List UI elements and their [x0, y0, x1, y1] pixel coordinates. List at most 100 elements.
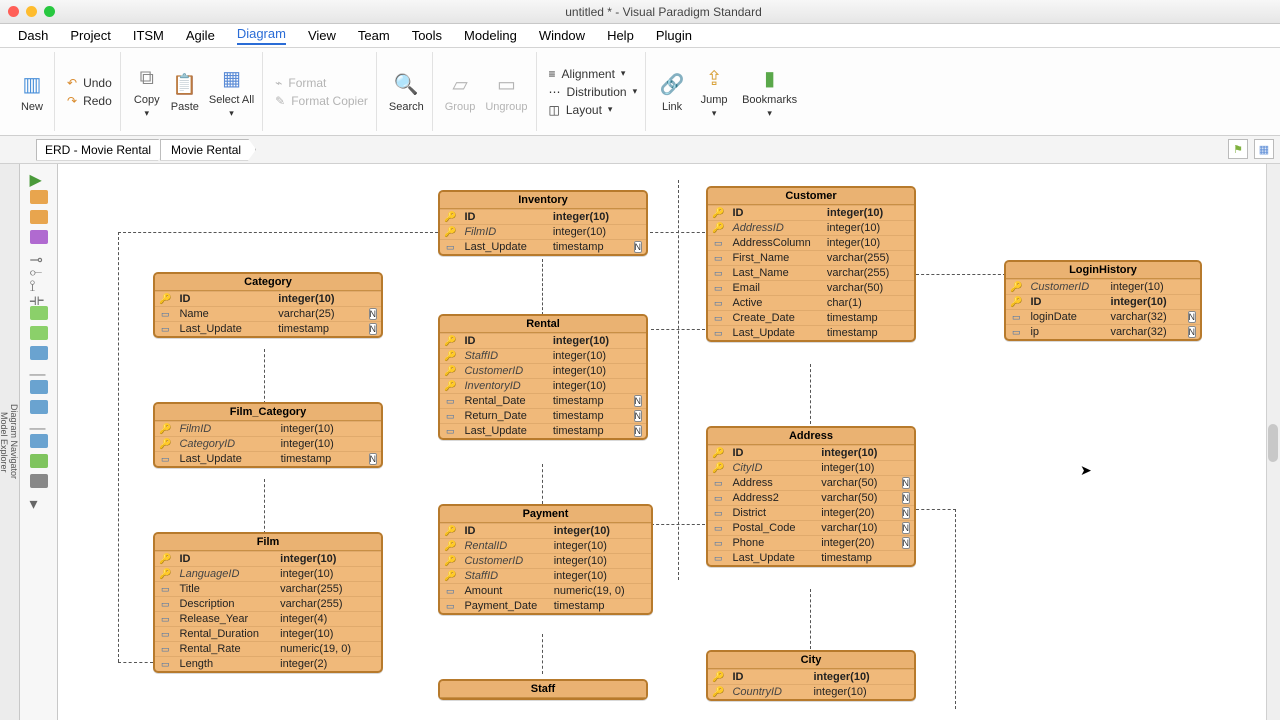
entity-film[interactable]: Film🔑IDinteger(10)🔑LanguageIDinteger(10)… [153, 532, 383, 673]
column-row[interactable]: 🔑IDinteger(10) [708, 206, 914, 221]
tool-palette[interactable]: ▶ ⊸ ⟜ ⟟ ⟛ — — ▾ [20, 164, 58, 720]
erd-canvas[interactable]: Category🔑IDinteger(10)▭Namevarchar(25)N▭… [58, 164, 1280, 720]
menu-plugin[interactable]: Plugin [656, 28, 692, 43]
palette-rel4-icon[interactable]: ⟛ [30, 292, 48, 300]
column-row[interactable]: ▭Phoneinteger(20)N [708, 536, 914, 551]
column-row[interactable]: ▭Create_Datetimestamp [708, 311, 914, 326]
entity-city[interactable]: City🔑IDinteger(10)🔑CountryIDinteger(10) [706, 650, 916, 701]
entity-rental[interactable]: Rental🔑IDinteger(10)🔑StaffIDinteger(10)🔑… [438, 314, 648, 440]
column-row[interactable]: 🔑CustomerIDinteger(10) [440, 364, 646, 379]
column-row[interactable]: ▭First_Namevarchar(255) [708, 251, 914, 266]
new-button[interactable]: ▥ New [18, 71, 46, 113]
copy-button[interactable]: ⧉Copy▾ [133, 64, 161, 119]
close-icon[interactable] [8, 6, 19, 17]
column-row[interactable]: ▭Titlevarchar(255) [155, 582, 381, 597]
column-row[interactable]: ▭Return_DatetimestampN [440, 409, 646, 424]
crumb-current[interactable]: Movie Rental [160, 139, 256, 161]
column-row[interactable]: ▭Last_UpdatetimestampN [155, 322, 381, 337]
distribution-button[interactable]: ⋯Distribution▾ [549, 85, 638, 99]
menu-window[interactable]: Window [539, 28, 585, 43]
window-controls[interactable] [8, 6, 55, 17]
search-button[interactable]: 🔍Search [389, 71, 424, 113]
column-row[interactable]: 🔑FilmIDinteger(10) [155, 422, 381, 437]
column-row[interactable]: ▭AddressColumninteger(10) [708, 236, 914, 251]
column-row[interactable]: ▭Last_Updatetimestamp [708, 551, 914, 566]
jump-button[interactable]: ⇪Jump▾ [700, 64, 728, 119]
column-row[interactable]: 🔑IDinteger(10) [708, 446, 914, 461]
palette-entity2-icon[interactable] [30, 210, 48, 224]
menu-modeling[interactable]: Modeling [464, 28, 517, 43]
column-row[interactable]: 🔑CategoryIDinteger(10) [155, 437, 381, 452]
column-row[interactable]: 🔑AddressIDinteger(10) [708, 221, 914, 236]
entity-category[interactable]: Category🔑IDinteger(10)▭Namevarchar(25)N▭… [153, 272, 383, 338]
column-row[interactable]: 🔑StaffIDinteger(10) [440, 349, 646, 364]
layout-button[interactable]: ◫Layout▾ [549, 103, 638, 117]
redo-button[interactable]: ↷Redo [67, 94, 112, 108]
palette-green2-icon[interactable] [30, 326, 48, 340]
palette-camera-icon[interactable] [30, 474, 48, 488]
palette-folder2-icon[interactable] [30, 400, 48, 414]
column-row[interactable]: 🔑LanguageIDinteger(10) [155, 567, 381, 582]
palette-green1-icon[interactable] [30, 306, 48, 320]
entity-inventory[interactable]: Inventory🔑IDinteger(10)🔑FilmIDinteger(10… [438, 190, 648, 256]
column-row[interactable]: ▭Rental_Durationinteger(10) [155, 627, 381, 642]
column-row[interactable]: ▭Rental_DatetimestampN [440, 394, 646, 409]
column-row[interactable]: ▭Namevarchar(25)N [155, 307, 381, 322]
minimize-icon[interactable] [26, 6, 37, 17]
column-row[interactable]: 🔑CityIDinteger(10) [708, 461, 914, 476]
column-row[interactable]: 🔑FilmIDinteger(10) [440, 225, 646, 240]
column-row[interactable]: 🔑CustomerIDinteger(10) [1006, 280, 1200, 295]
column-row[interactable]: 🔑IDinteger(10) [155, 552, 381, 567]
column-row[interactable]: ▭ipvarchar(32)N [1006, 325, 1200, 340]
column-row[interactable]: ▭Last_UpdatetimestampN [440, 424, 646, 439]
column-row[interactable]: 🔑IDinteger(10) [155, 292, 381, 307]
column-row[interactable]: ▭Last_Namevarchar(255) [708, 266, 914, 281]
menu-tools[interactable]: Tools [412, 28, 442, 43]
tag-view-icon[interactable]: ⚑ [1228, 139, 1248, 159]
column-row[interactable]: 🔑IDinteger(10) [708, 670, 914, 685]
grid-view-icon[interactable]: ▦ [1254, 139, 1274, 159]
palette-entity-icon[interactable] [30, 190, 48, 204]
zoom-icon[interactable] [44, 6, 55, 17]
column-row[interactable]: ▭Release_Yearinteger(4) [155, 612, 381, 627]
column-row[interactable]: ▭Rental_Ratenumeric(19, 0) [155, 642, 381, 657]
column-row[interactable]: 🔑IDinteger(10) [440, 524, 651, 539]
scroll-thumb[interactable] [1268, 424, 1278, 462]
column-row[interactable]: ▭Last_UpdatetimestampN [155, 452, 381, 467]
column-row[interactable]: 🔑StaffIDinteger(10) [440, 569, 651, 584]
column-row[interactable]: ▭Postal_Codevarchar(10)N [708, 521, 914, 536]
left-rail[interactable]: Diagram NavigatorModel ExplorerPropertyD… [0, 164, 20, 720]
rail-model-explorer[interactable]: Model Explorer [0, 170, 9, 714]
select-all-button[interactable]: ▦Select All▾ [209, 64, 254, 119]
entity-payment[interactable]: Payment🔑IDinteger(10)🔑RentalIDinteger(10… [438, 504, 653, 615]
paste-button[interactable]: 📋Paste [171, 71, 199, 113]
palette-folder3-icon[interactable] [30, 434, 48, 448]
palette-line-icon[interactable]: — [30, 366, 48, 374]
menu-project[interactable]: Project [70, 28, 110, 43]
menu-view[interactable]: View [308, 28, 336, 43]
column-row[interactable]: ▭loginDatevarchar(32)N [1006, 310, 1200, 325]
palette-dash-icon[interactable]: — [30, 420, 48, 428]
column-row[interactable]: ▭Amountnumeric(19, 0) [440, 584, 651, 599]
menu-dash[interactable]: Dash [18, 28, 48, 43]
entity-login-history[interactable]: LoginHistory🔑CustomerIDinteger(10)🔑IDint… [1004, 260, 1202, 341]
column-row[interactable]: ▭Descriptionvarchar(255) [155, 597, 381, 612]
palette-cursor-icon[interactable]: ▶ [30, 170, 48, 184]
link-button[interactable]: 🔗Link [658, 71, 686, 113]
alignment-button[interactable]: ≡Alignment▾ [549, 67, 638, 81]
column-row[interactable]: 🔑InventoryIDinteger(10) [440, 379, 646, 394]
palette-rel1-icon[interactable]: ⊸ [30, 250, 48, 258]
palette-image-icon[interactable] [30, 454, 48, 468]
menu-team[interactable]: Team [358, 28, 390, 43]
palette-more-icon[interactable]: ▾ [30, 494, 48, 508]
palette-folder-icon[interactable] [30, 380, 48, 394]
column-row[interactable]: ▭Last_Updatetimestamp [708, 326, 914, 341]
bookmarks-button[interactable]: ▮Bookmarks▾ [742, 64, 797, 119]
menu-help[interactable]: Help [607, 28, 634, 43]
column-row[interactable]: 🔑IDinteger(10) [1006, 295, 1200, 310]
column-row[interactable]: ▭Payment_Datetimestamp [440, 599, 651, 614]
column-row[interactable]: ▭Emailvarchar(50) [708, 281, 914, 296]
undo-button[interactable]: ↶Undo [67, 76, 112, 90]
column-row[interactable]: ▭Address2varchar(50)N [708, 491, 914, 506]
rail-diagram-navigator[interactable]: Diagram Navigator [9, 170, 19, 714]
